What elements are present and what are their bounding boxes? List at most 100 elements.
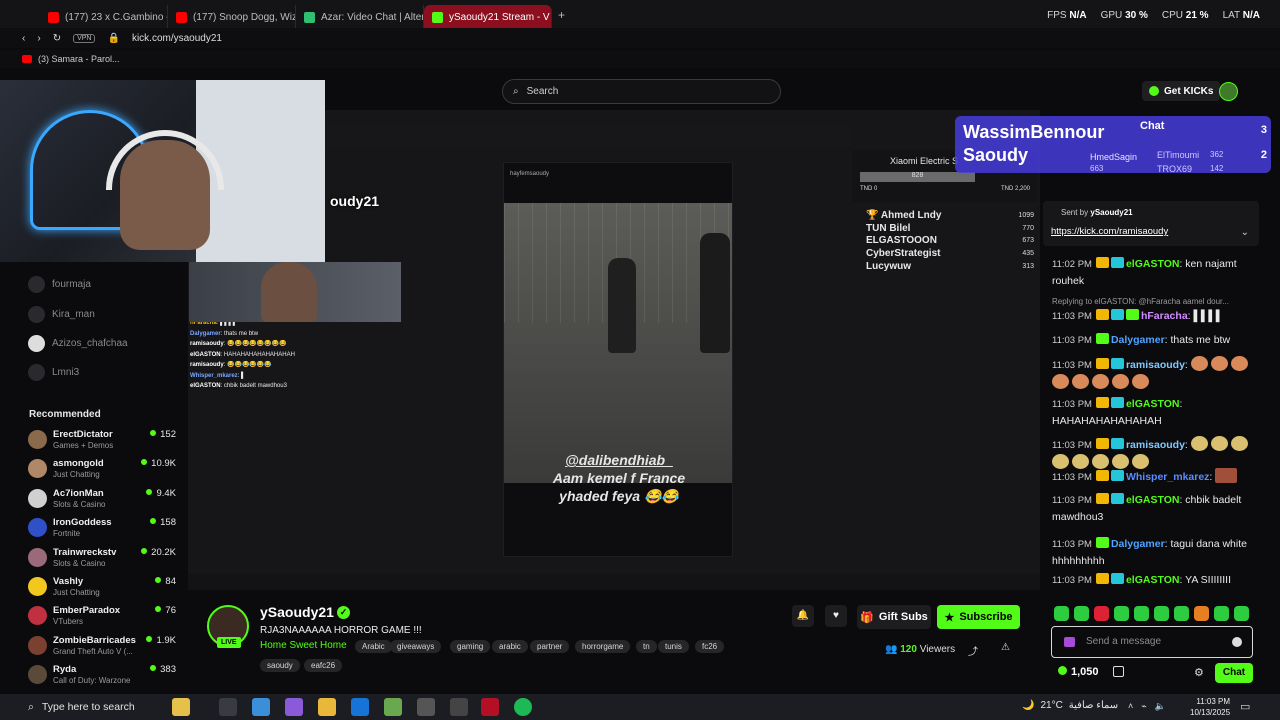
streamer-name[interactable]: ySaoudy21 (260, 604, 334, 620)
chat-message[interactable]: 11:03 PM elGASTON: HAHAHAHAHAHAHAH (1052, 396, 1252, 429)
chat-message[interactable]: 11:02 PM elGASTON: ken najamt rouhek (1052, 256, 1252, 289)
back-icon[interactable]: ‹ (22, 33, 25, 44)
bookmark-item[interactable]: (3) Samara - Parol... (38, 54, 120, 64)
forward-icon[interactable]: › (37, 33, 40, 44)
reload-icon[interactable]: ↻ (53, 33, 61, 44)
emote-icon[interactable] (1114, 606, 1129, 621)
recommended-channel[interactable]: Vashly Just Chatting 84 (28, 574, 188, 600)
chat-message[interactable]: 11:03 PM elGASTON: chbik badelt mawdhou3 (1052, 492, 1252, 525)
clock[interactable]: 11:03 PM 10/13/2025 (1190, 696, 1230, 718)
tag-chip[interactable]: eafc26 (304, 659, 343, 672)
emoji-icon[interactable] (1232, 637, 1242, 647)
tag-chip[interactable]: tunis (658, 640, 689, 653)
message-username[interactable]: Dalygamer (1111, 538, 1165, 550)
tag-chip[interactable]: gaming (450, 640, 491, 653)
task-view-icon[interactable] (219, 698, 237, 716)
emote-icon[interactable] (1154, 606, 1169, 621)
new-tab-icon[interactable]: + (558, 8, 565, 22)
message-username[interactable]: elGASTON (1126, 398, 1179, 410)
chat-message[interactable]: 11:03 PM ramisaoudy: (1052, 356, 1252, 391)
message-username[interactable]: Whisper_mkarez (1126, 471, 1209, 483)
gear-icon[interactable]: ⚙ (1194, 666, 1204, 679)
tag-chip[interactable]: Arabic (355, 640, 392, 653)
emote-icon[interactable] (1174, 606, 1189, 621)
message-username[interactable]: elGASTON (1126, 574, 1179, 586)
message-username[interactable]: ramisaoudy (1126, 439, 1185, 451)
message-username[interactable]: ramisaoudy (1126, 359, 1185, 371)
emote-icon[interactable] (1194, 606, 1209, 621)
pinned-link[interactable]: https://kick.com/ramisaoudy (1051, 226, 1168, 237)
recommended-channel[interactable]: IronGoddess Fortnite 158 (28, 515, 188, 541)
send-chat-button[interactable]: Chat (1215, 663, 1253, 683)
recommended-channel[interactable]: Trainwreckstv Slots & Casino 20.2K (28, 545, 188, 571)
get-kicks-button[interactable]: Get KICKs (1142, 81, 1221, 101)
chat-message[interactable]: 11:03 PM Dalygamer: tagui dana white hhhh… (1052, 536, 1252, 569)
emote-icon[interactable] (1234, 606, 1249, 621)
report-icon[interactable]: ⚠ (1001, 642, 1010, 653)
url-text[interactable]: kick.com/ysaoudy21 (132, 33, 222, 44)
chat-input[interactable]: Send a message (1051, 626, 1253, 658)
vpn-badge[interactable]: VPN (73, 33, 96, 43)
copilot-icon[interactable] (172, 698, 190, 716)
emote-icon[interactable] (1134, 606, 1149, 621)
search-input[interactable]: ⌕ Search (502, 79, 781, 104)
message-username[interactable]: elGASTON (1126, 258, 1179, 270)
chat-message[interactable]: 11:03 PM Dalygamer: thats me btw (1052, 332, 1252, 349)
chat-message[interactable]: 11:03 PM Whisper_mkarez: (1052, 468, 1252, 486)
browser-tab-3[interactable]: Azar: Video Chat | Altern (296, 5, 424, 29)
stream-category[interactable]: Home Sweet Home (260, 640, 347, 651)
tag-chip[interactable]: giveaways (390, 640, 442, 653)
outlook-icon[interactable] (351, 698, 369, 716)
subscribe-button[interactable]: ★ Subscribe (937, 605, 1020, 629)
pinned-message[interactable]: Sent by ySaoudy21 https://kick.com/ramis… (1043, 201, 1259, 246)
followed-channel[interactable]: Kira_man (28, 304, 188, 324)
gift-icon[interactable] (1113, 666, 1124, 677)
tag-chip[interactable]: horrorgame (575, 640, 631, 653)
folder-icon[interactable] (318, 698, 336, 716)
spotify-icon[interactable] (514, 698, 532, 716)
copilot-app-icon[interactable] (285, 698, 303, 716)
browser-tab-2[interactable]: (177) Snoop Dogg, Wiz K (168, 5, 296, 29)
notification-icon[interactable]: ▭ (1240, 700, 1250, 713)
gift-subs-button[interactable]: 🎁 Gift Subs (857, 605, 931, 629)
network-icon[interactable]: ⌁ (1141, 701, 1146, 712)
speaker-icon[interactable]: 🔈 (1155, 701, 1166, 712)
chevron-down-icon[interactable]: ⌄ (1241, 227, 1249, 238)
kicks-balance[interactable]: 1,050 (1058, 666, 1099, 678)
emote-icon[interactable] (1054, 606, 1069, 621)
recommended-channel[interactable]: EmberParadox VTubers 76 (28, 603, 188, 629)
browser-tab-active[interactable]: ySaoudy21 Stream - V (424, 5, 552, 29)
chevron-up-icon[interactable]: ˄ (1128, 701, 1133, 712)
message-username[interactable]: hFaracha (1141, 310, 1188, 322)
chat-message[interactable]: 11:03 PM elGASTON: YA SIIIIIIII (1052, 572, 1252, 589)
followed-channel[interactable]: Lmni3 (28, 362, 188, 382)
notification-bell-button[interactable]: 🔔 (792, 605, 814, 627)
tag-chip[interactable]: fc26 (695, 640, 725, 653)
recommended-channel[interactable]: Ac7ionMan Slots & Casino 9.4K (28, 486, 188, 512)
app-icon[interactable] (384, 698, 402, 716)
tag-chip[interactable]: tn (636, 640, 657, 653)
media-player-icon[interactable] (417, 698, 435, 716)
followed-channel[interactable]: fourmaja (28, 274, 188, 294)
tag-chip[interactable]: partner (530, 640, 570, 653)
chat-message[interactable]: 11:03 PM ramisaoudy: (1052, 436, 1252, 471)
message-username[interactable]: Dalygamer (1111, 334, 1165, 346)
follow-button[interactable]: ♥ (825, 605, 847, 627)
tag-chip[interactable]: saoudy (260, 659, 300, 672)
user-avatar[interactable] (1219, 82, 1238, 101)
app-icon[interactable] (450, 698, 468, 716)
recommended-channel[interactable]: ZombieBarricades Grand Theft Auto V (... 1… (28, 633, 188, 659)
recommended-channel[interactable]: asmongold Just Chatting 10.9K (28, 456, 188, 482)
recommended-channel[interactable]: Ryda Call of Duty: Warzone 383 (28, 662, 188, 688)
followed-channel[interactable]: Azizos_chafchaa (28, 333, 188, 353)
emote-icon[interactable] (1214, 606, 1229, 621)
emote-icon[interactable] (1094, 606, 1109, 621)
message-username[interactable]: elGASTON (1126, 494, 1179, 506)
tag-chip[interactable]: arabic (492, 640, 528, 653)
share-icon[interactable]: ⤴ (968, 643, 978, 658)
browser-tab-1[interactable]: (177) 23 x C.Gambino - D (40, 5, 168, 29)
weather-widget[interactable]: 🌙 21°C سماء صافية (1022, 700, 1118, 711)
store-icon[interactable] (252, 698, 270, 716)
opera-icon[interactable] (481, 698, 499, 716)
chat-message[interactable]: 11:03 PM hFaracha: ▌▌▌▌ (1052, 308, 1252, 325)
